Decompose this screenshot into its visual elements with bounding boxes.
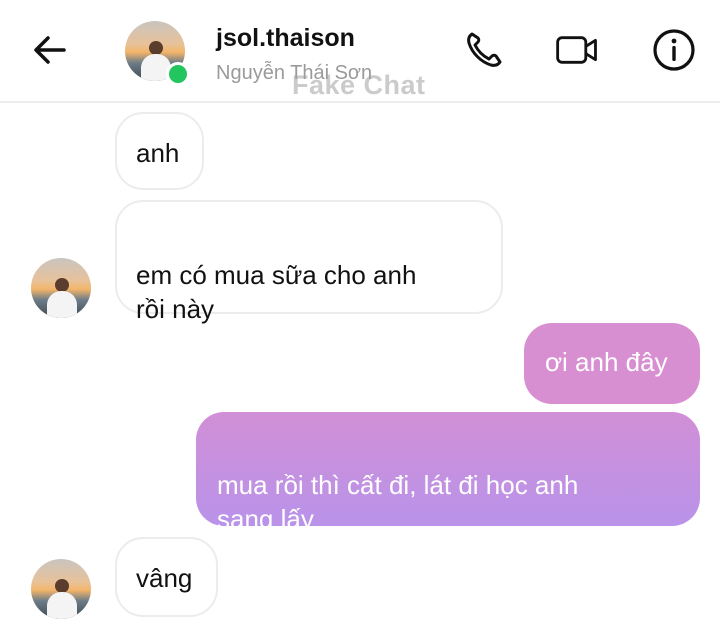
- message-bubble-incoming[interactable]: em có mua sữa cho anh rồi này: [115, 200, 503, 324]
- chat-header: jsol.thaison Nguyễn Thái Sơn Fake Chat: [0, 0, 720, 103]
- message-text: em có mua sữa cho anh rồi này: [136, 260, 417, 324]
- message-bubble-incoming[interactable]: vâng: [115, 537, 218, 617]
- message-text: ơi anh đây: [545, 347, 668, 377]
- watermark: Fake Chat: [292, 70, 426, 100]
- message-bubble-outgoing[interactable]: mua rồi thì cất đi, lát đi học anh sang …: [196, 412, 700, 534]
- phone-icon[interactable]: [462, 28, 506, 72]
- back-arrow-icon[interactable]: [30, 30, 70, 70]
- video-camera-icon[interactable]: [555, 28, 599, 72]
- sender-avatar[interactable]: [31, 559, 91, 619]
- message-text: vâng: [136, 563, 193, 593]
- info-icon[interactable]: [652, 28, 696, 72]
- profile-avatar[interactable]: [125, 21, 190, 86]
- message-text: anh: [136, 138, 180, 168]
- message-bubble-incoming[interactable]: anh: [115, 112, 204, 190]
- username[interactable]: jsol.thaison: [216, 24, 355, 53]
- online-status-dot: [166, 62, 190, 86]
- message-bubble-outgoing[interactable]: ơi anh đây: [524, 323, 700, 404]
- sender-avatar[interactable]: [31, 258, 91, 318]
- message-text: mua rồi thì cất đi, lát đi học anh sang …: [217, 470, 579, 534]
